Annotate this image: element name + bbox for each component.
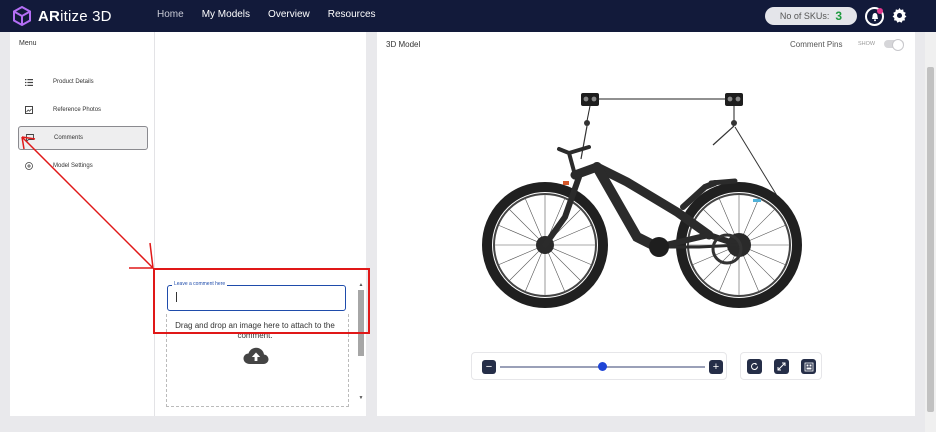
zoom-control: − + bbox=[471, 352, 727, 380]
zoom-slider-handle[interactable] bbox=[598, 362, 607, 371]
window-scrollbar[interactable] bbox=[925, 32, 936, 432]
app-logo[interactable]: ARitize 3D bbox=[12, 6, 112, 26]
menu-item-label: Product Details bbox=[53, 79, 94, 85]
plus-circle-icon bbox=[18, 162, 40, 170]
main-nav: Home My Models Overview Resources bbox=[157, 9, 394, 20]
menu-item-label: Reference Photos bbox=[53, 107, 102, 113]
comment-icon bbox=[19, 134, 41, 142]
image-icon bbox=[18, 106, 40, 114]
menu-item-label: Comments bbox=[54, 135, 84, 141]
list-icon bbox=[18, 78, 40, 86]
window-scroll-thumb[interactable] bbox=[927, 67, 934, 412]
menu-item-comments[interactable]: Comments bbox=[18, 126, 148, 150]
zoom-in-button[interactable]: + bbox=[709, 360, 723, 374]
sku-label: No of SKUs: bbox=[779, 11, 830, 21]
nav-resources[interactable]: Resources bbox=[328, 9, 376, 20]
sku-count: 3 bbox=[835, 9, 843, 23]
menu-title: Menu bbox=[19, 40, 37, 47]
settings-gear-icon[interactable] bbox=[892, 8, 907, 23]
rotate-button[interactable] bbox=[747, 359, 762, 374]
notification-dot bbox=[877, 8, 883, 14]
annotation-highlight-box bbox=[153, 268, 370, 334]
cube-logo-icon bbox=[13, 6, 31, 26]
zoom-slider-track[interactable] bbox=[500, 362, 705, 371]
rotate-icon bbox=[751, 362, 758, 370]
model-title: 3D Model bbox=[386, 40, 421, 49]
menu-item-product-details[interactable]: Product Details bbox=[18, 71, 148, 93]
model-viewer-panel: 3D Model Comment Pins SHOW − + bbox=[377, 32, 915, 416]
menu-item-model-settings[interactable]: Model Settings bbox=[18, 155, 148, 177]
show-toggle-label: SHOW bbox=[858, 41, 876, 47]
nav-overview[interactable]: Overview bbox=[268, 9, 310, 20]
nav-home[interactable]: Home bbox=[157, 9, 184, 20]
viewer-toolbar bbox=[740, 352, 822, 380]
menu-item-label: Model Settings bbox=[53, 163, 93, 169]
bike-3d-model[interactable] bbox=[477, 87, 807, 337]
comments-panel: Leave a comment here Drag and drop an im… bbox=[155, 32, 366, 416]
side-menu: Menu Product Details Reference Photos Co… bbox=[10, 32, 155, 416]
comment-pins-toggle[interactable] bbox=[884, 39, 904, 51]
nav-my-models[interactable]: My Models bbox=[202, 9, 250, 20]
ar-view-icon bbox=[804, 362, 813, 371]
zoom-out-button[interactable]: − bbox=[482, 360, 496, 374]
sku-counter: No of SKUs: 3 bbox=[765, 7, 857, 25]
ar-view-button[interactable] bbox=[801, 359, 816, 374]
comment-pins-label: Comment Pins bbox=[790, 40, 843, 49]
fullscreen-button[interactable] bbox=[774, 359, 789, 374]
top-navbar: ARitize 3D Home My Models Overview Resou… bbox=[0, 0, 936, 32]
scroll-down-arrow[interactable]: ▼ bbox=[358, 395, 364, 401]
app-name: ARitize 3D bbox=[38, 7, 112, 25]
fullscreen-icon bbox=[777, 362, 786, 371]
cloud-upload-icon[interactable] bbox=[243, 347, 269, 365]
notifications-button[interactable] bbox=[865, 7, 884, 26]
menu-item-reference-photos[interactable]: Reference Photos bbox=[18, 99, 148, 121]
